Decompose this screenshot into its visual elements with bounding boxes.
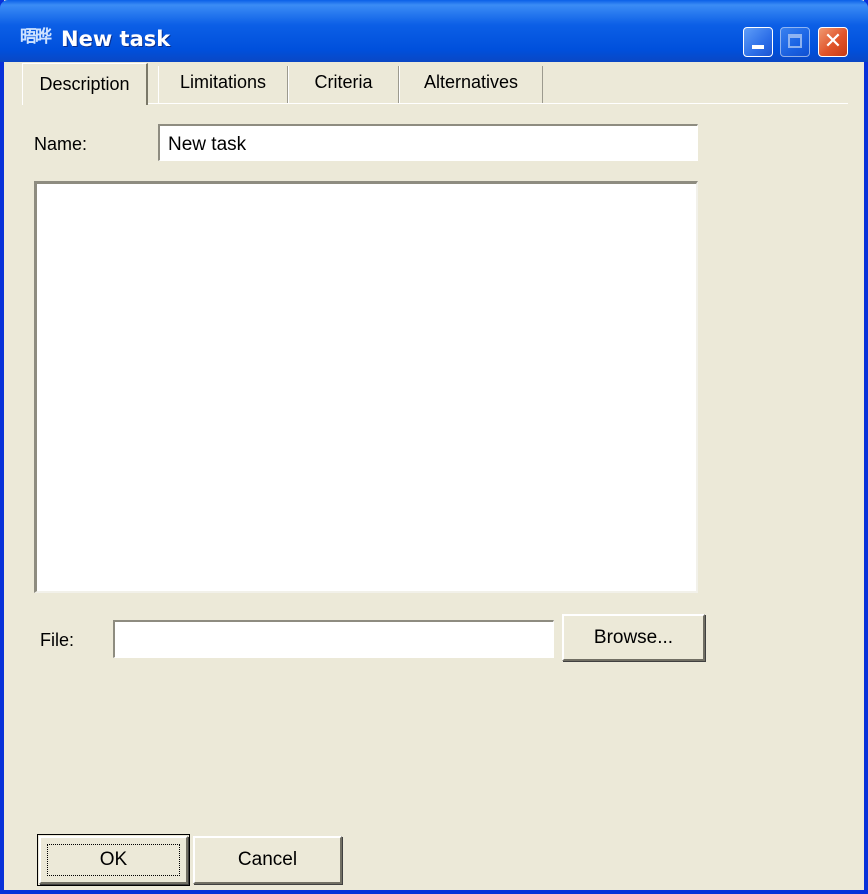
browse-button[interactable]: Browse...: [562, 614, 705, 661]
file-label: File:: [40, 630, 75, 650]
ok-button[interactable]: OK: [39, 836, 188, 884]
close-button[interactable]: ✕: [818, 27, 848, 57]
tab-alternatives[interactable]: Alternatives: [399, 66, 543, 103]
maximize-icon: [788, 34, 802, 48]
focus-rectangle: [47, 844, 180, 876]
close-icon: ✕: [823, 29, 843, 54]
tab-description[interactable]: Description: [22, 63, 148, 105]
window-title: New task: [61, 27, 171, 51]
name-input[interactable]: [158, 124, 698, 161]
file-input[interactable]: [113, 620, 554, 658]
app-icon: 晤晔: [20, 27, 52, 47]
name-label: Name:: [34, 134, 88, 154]
maximize-button: [780, 27, 810, 57]
minimize-icon: [752, 45, 764, 49]
tab-divider: [148, 103, 848, 104]
tab-limitations[interactable]: Limitations: [158, 66, 288, 103]
description-textarea[interactable]: [34, 181, 698, 593]
tab-criteria[interactable]: Criteria: [288, 66, 399, 103]
title-bar[interactable]: 晤晔 New task ✕: [0, 0, 868, 62]
cancel-button[interactable]: Cancel: [193, 836, 342, 884]
minimize-button[interactable]: [743, 27, 773, 57]
